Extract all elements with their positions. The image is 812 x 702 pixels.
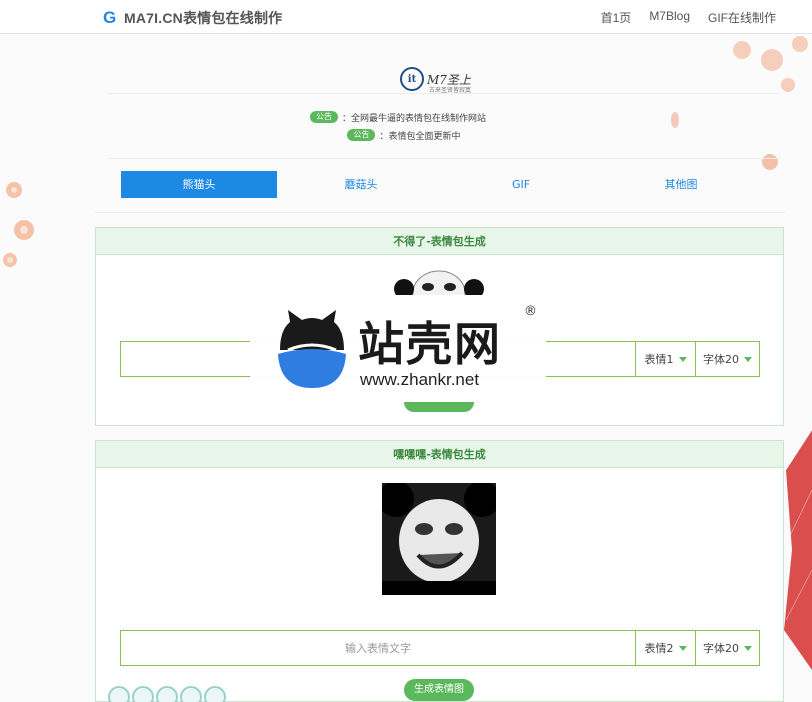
brand-logo: it M7圣上 古来圣贤皆寂寞: [400, 67, 472, 94]
decorative-bubbles: [108, 686, 226, 702]
notice-badge: 公告: [309, 111, 338, 123]
notice-text: ：表情包全面更新中: [379, 131, 461, 142]
divider: [95, 212, 785, 213]
site-logo[interactable]: G MA7I.CN表情包在线制作: [103, 8, 282, 28]
site-title: MA7I.CN表情包在线制作: [124, 10, 283, 26]
caret-down-icon: [744, 645, 752, 651]
face-select-value: 表情1: [644, 353, 674, 366]
font-select-value: 字体20: [703, 642, 739, 655]
face-select-value: 表情2: [644, 642, 674, 655]
face-select[interactable]: 表情1: [635, 342, 695, 376]
nav-blog[interactable]: M7Blog: [649, 9, 690, 26]
bubble-decoration: [108, 686, 130, 702]
font-select[interactable]: 字体20: [695, 342, 759, 376]
bubble-decoration: [180, 686, 202, 702]
watermark-url: www.zhankr.net: [360, 370, 480, 389]
nav-gif[interactable]: GIF在线制作: [708, 9, 776, 26]
notice-text: ：全网最牛逼的表情包在线制作网站: [341, 113, 486, 124]
brand-subtitle: 古来圣贤皆寂寞: [429, 87, 472, 94]
font-select-value: 字体20: [703, 353, 739, 366]
generate-button[interactable]: 生成表情图: [404, 679, 474, 701]
notice-item: 公告 ：全网最牛逼的表情包在线制作网站: [0, 108, 812, 126]
generate-button[interactable]: [404, 402, 474, 412]
notice-item: 公告 ：表情包全面更新中: [0, 126, 812, 144]
tab-panda-head[interactable]: 熊猫头: [121, 171, 277, 198]
meme-preview-image: [382, 269, 496, 295]
tab-mushroom-head[interactable]: 蘑菇头: [281, 171, 441, 198]
bubble-decoration: [156, 686, 178, 702]
watermark-overlay: 站壳网 ® www.zhankr.net: [250, 298, 546, 398]
meme-text-input[interactable]: [121, 631, 635, 665]
caret-down-icon: [678, 356, 687, 362]
divider: [108, 158, 780, 159]
caret-down-icon: [744, 356, 752, 362]
cat-logo-icon: [278, 310, 346, 388]
watermark-text: 站壳网: [358, 317, 502, 371]
notice-badge: 公告: [347, 129, 376, 141]
tab-gif[interactable]: GIF: [441, 171, 601, 198]
registered-mark: ®: [524, 304, 537, 319]
caret-down-icon: [678, 645, 687, 651]
panel-title: 嘿嘿嘿-表情包生成: [96, 441, 783, 468]
google-g-icon: G: [103, 8, 117, 27]
brand-mark-icon: it: [400, 67, 424, 91]
nav-home[interactable]: 首1页: [601, 9, 632, 26]
tab-other[interactable]: 其他图: [601, 171, 761, 198]
panel-title: 不得了-表情包生成: [96, 228, 783, 255]
bubble-decoration: [204, 686, 226, 702]
bubble-decoration: [132, 686, 154, 702]
meme-generator-panel: 嘿嘿嘿-表情包生成 表情2 字体20 生成表情图: [95, 440, 784, 702]
main-nav: 首1页 M7Blog GIF在线制作: [601, 9, 776, 26]
top-navbar: G MA7I.CN表情包在线制作 首1页 M7Blog GIF在线制作: [0, 0, 812, 34]
face-select[interactable]: 表情2: [635, 631, 695, 665]
umbrella-decoration: [784, 430, 812, 670]
notice-list: 公告 ：全网最牛逼的表情包在线制作网站 公告 ：表情包全面更新中: [0, 108, 812, 144]
category-tabs: 熊猫头 蘑菇头 GIF 其他图: [121, 171, 761, 198]
cherry-blossom-decoration: [3, 182, 34, 267]
font-select[interactable]: 字体20: [695, 631, 759, 665]
meme-preview-image: [382, 483, 496, 595]
meme-input-row: 表情2 字体20: [120, 630, 760, 666]
cherry-blossom-decoration: [762, 154, 778, 170]
